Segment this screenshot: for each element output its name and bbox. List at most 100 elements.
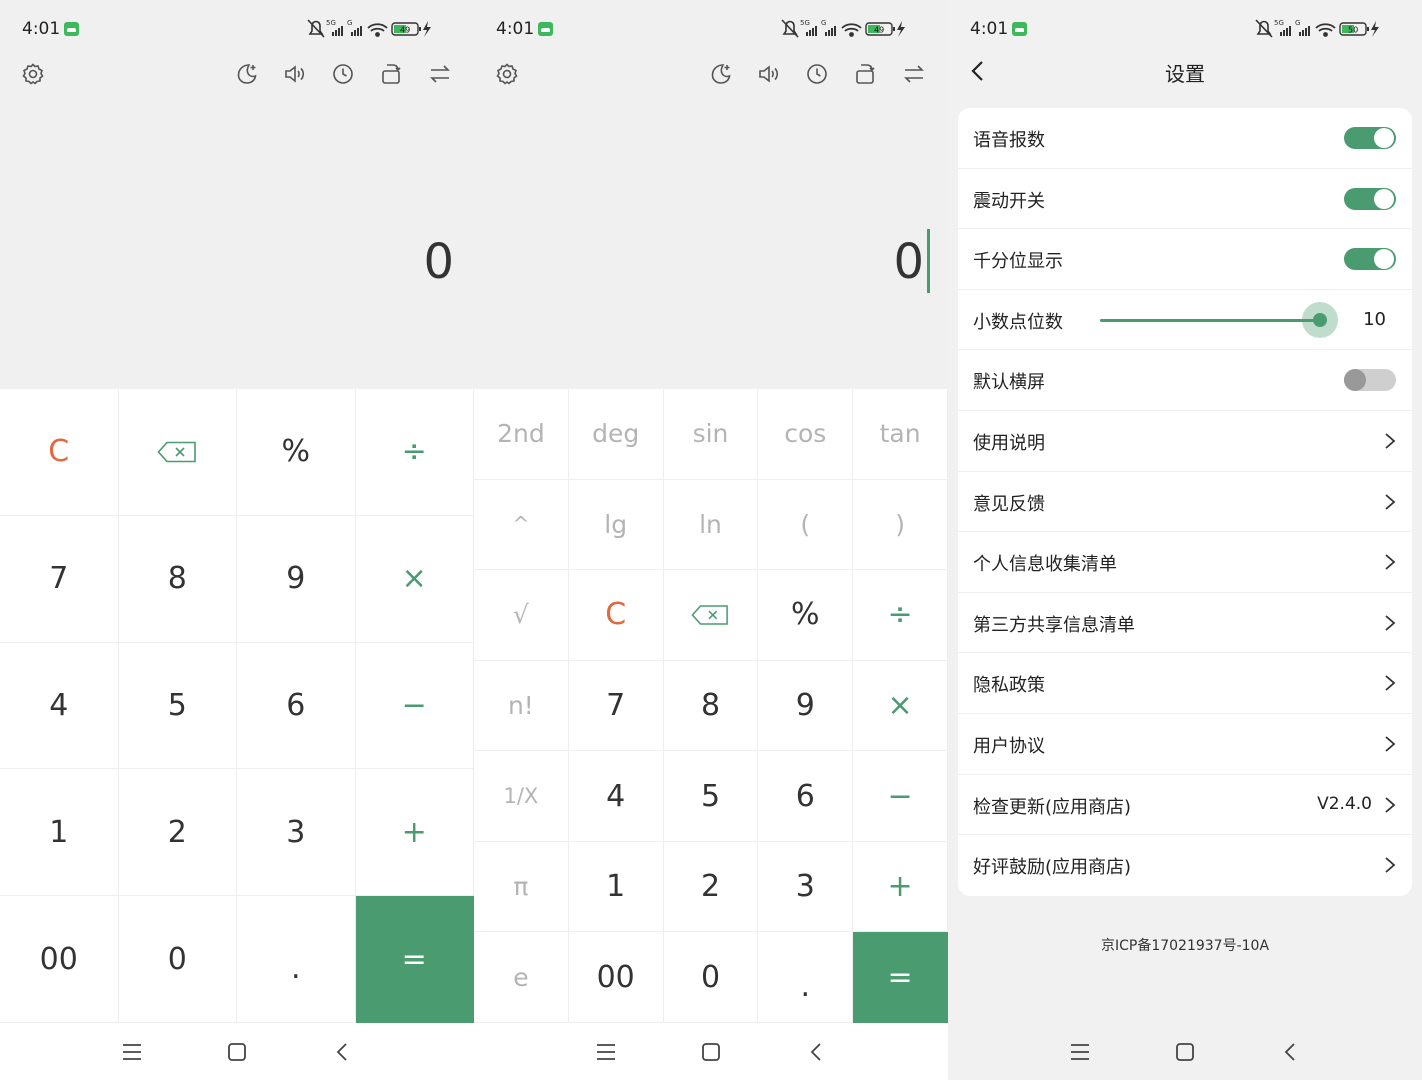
key-minus[interactable]: − xyxy=(355,642,474,770)
key-lg[interactable]: lg xyxy=(568,479,664,571)
key-percent[interactable]: % xyxy=(758,570,854,661)
key-8[interactable]: 8 xyxy=(663,660,759,752)
key-9[interactable]: 9 xyxy=(237,515,356,643)
key-close-paren[interactable]: ) xyxy=(853,479,948,571)
key-3[interactable]: 3 xyxy=(758,841,854,933)
key-divide[interactable]: ÷ xyxy=(853,570,948,661)
backspace-icon xyxy=(691,605,729,625)
setting-label: 小数点位数 xyxy=(973,311,1063,333)
key-clear[interactable]: C xyxy=(0,389,119,516)
sound-icon[interactable] xyxy=(751,56,787,92)
key-cos[interactable]: cos xyxy=(758,389,854,480)
voice-toggle[interactable] xyxy=(1344,127,1396,149)
setting-vibrate[interactable]: 震动开关 xyxy=(958,169,1412,230)
key-7[interactable]: 7 xyxy=(0,515,119,643)
key-8[interactable]: 8 xyxy=(118,515,237,643)
key-factorial[interactable]: n! xyxy=(474,660,569,752)
setting-voice[interactable]: 语音报数 xyxy=(958,108,1412,169)
key-0[interactable]: 0 xyxy=(118,896,237,1023)
setting-rate-app[interactable]: 好评鼓励(应用商店) xyxy=(958,835,1412,896)
rotate-screen-icon[interactable] xyxy=(373,56,409,92)
convert-arrows-icon[interactable] xyxy=(422,56,458,92)
key-7[interactable]: 7 xyxy=(568,660,664,752)
key-2[interactable]: 2 xyxy=(663,841,759,933)
history-clock-icon[interactable] xyxy=(325,56,361,92)
menu-icon[interactable] xyxy=(594,1040,618,1064)
settings-gear-icon[interactable] xyxy=(489,56,525,92)
menu-icon[interactable] xyxy=(120,1040,144,1064)
key-open-paren[interactable]: ( xyxy=(758,479,854,571)
key-4[interactable]: 4 xyxy=(568,751,664,842)
key-plus[interactable]: + xyxy=(853,841,948,933)
menu-icon[interactable] xyxy=(1068,1040,1092,1064)
setting-personal-info[interactable]: 个人信息收集清单 xyxy=(958,532,1412,593)
setting-third-party[interactable]: 第三方共享信息清单 xyxy=(958,593,1412,654)
key-power[interactable]: ^ xyxy=(474,479,569,571)
key-e[interactable]: e xyxy=(474,932,569,1023)
decimal-slider-thumb[interactable] xyxy=(1313,312,1327,327)
key-2[interactable]: 2 xyxy=(118,769,237,897)
key-2nd[interactable]: 2nd xyxy=(474,389,569,480)
key-deg[interactable]: deg xyxy=(568,389,664,480)
decimal-slider-track[interactable] xyxy=(1100,318,1320,322)
key-sqrt[interactable]: √ xyxy=(474,570,569,661)
key-equals[interactable]: = xyxy=(853,932,948,1023)
setting-privacy[interactable]: 隐私政策 xyxy=(958,653,1412,714)
setting-thousands-separator[interactable]: 千分位显示 xyxy=(958,229,1412,290)
setting-agreement[interactable]: 用户协议 xyxy=(958,714,1412,775)
key-plus[interactable]: + xyxy=(355,769,474,897)
home-icon[interactable] xyxy=(225,1040,249,1064)
theme-moon-icon[interactable] xyxy=(703,56,739,92)
theme-moon-icon[interactable] xyxy=(229,56,265,92)
back-icon[interactable] xyxy=(804,1040,828,1064)
key-reciprocal[interactable]: 1/X xyxy=(474,751,569,842)
key-decimal[interactable]: . xyxy=(758,932,854,1023)
key-backspace[interactable] xyxy=(118,389,237,516)
key-pi[interactable]: π xyxy=(474,841,569,933)
key-equals[interactable]: = xyxy=(355,896,474,1023)
sound-icon[interactable] xyxy=(277,56,313,92)
home-icon[interactable] xyxy=(699,1040,723,1064)
convert-arrows-icon[interactable] xyxy=(896,56,932,92)
rotate-screen-icon[interactable] xyxy=(847,56,883,92)
thousands-toggle[interactable] xyxy=(1344,248,1396,271)
setting-manual[interactable]: 使用说明 xyxy=(958,411,1412,472)
key-4[interactable]: 4 xyxy=(0,642,119,770)
home-icon[interactable] xyxy=(1173,1040,1197,1064)
key-5[interactable]: 5 xyxy=(663,751,759,842)
back-icon[interactable] xyxy=(330,1040,354,1064)
key-clear[interactable]: C xyxy=(568,570,664,661)
key-minus[interactable]: − xyxy=(853,751,948,842)
key-double-zero[interactable]: 00 xyxy=(0,896,119,1023)
key-ln[interactable]: ln xyxy=(663,479,759,571)
key-decimal[interactable]: . xyxy=(237,896,356,1023)
setting-check-update[interactable]: 检查更新(应用商店) V2.4.0 xyxy=(958,775,1412,836)
key-multiply[interactable]: × xyxy=(853,660,948,752)
key-tan[interactable]: tan xyxy=(853,389,948,480)
key-sin[interactable]: sin xyxy=(663,389,759,480)
key-1[interactable]: 1 xyxy=(568,841,664,933)
key-3[interactable]: 3 xyxy=(237,769,356,897)
key-backspace[interactable] xyxy=(663,570,759,661)
setting-label: 震动开关 xyxy=(973,190,1045,212)
setting-label: 用户协议 xyxy=(973,735,1045,757)
display-value: 0 xyxy=(423,234,454,290)
vibrate-toggle[interactable] xyxy=(1344,187,1396,210)
setting-default-landscape[interactable]: 默认横屏 xyxy=(958,350,1412,411)
back-icon[interactable] xyxy=(1278,1040,1302,1064)
history-clock-icon[interactable] xyxy=(799,56,835,92)
key-multiply[interactable]: × xyxy=(355,515,474,643)
key-1[interactable]: 1 xyxy=(0,769,119,897)
landscape-toggle[interactable] xyxy=(1344,369,1396,392)
key-9[interactable]: 9 xyxy=(758,660,854,752)
basic-calculator-screen: 4:01 5G G 49 0 C % ÷ 7 8 9 × 4 5 6 − 1 2… xyxy=(0,0,474,1080)
key-divide[interactable]: ÷ xyxy=(355,389,474,516)
key-0[interactable]: 0 xyxy=(663,932,759,1023)
key-percent[interactable]: % xyxy=(237,389,356,516)
settings-gear-icon[interactable] xyxy=(15,56,51,92)
key-6[interactable]: 6 xyxy=(237,642,356,770)
key-double-zero[interactable]: 00 xyxy=(568,932,664,1023)
setting-feedback[interactable]: 意见反馈 xyxy=(958,472,1412,533)
key-5[interactable]: 5 xyxy=(118,642,237,770)
key-6[interactable]: 6 xyxy=(758,751,854,842)
